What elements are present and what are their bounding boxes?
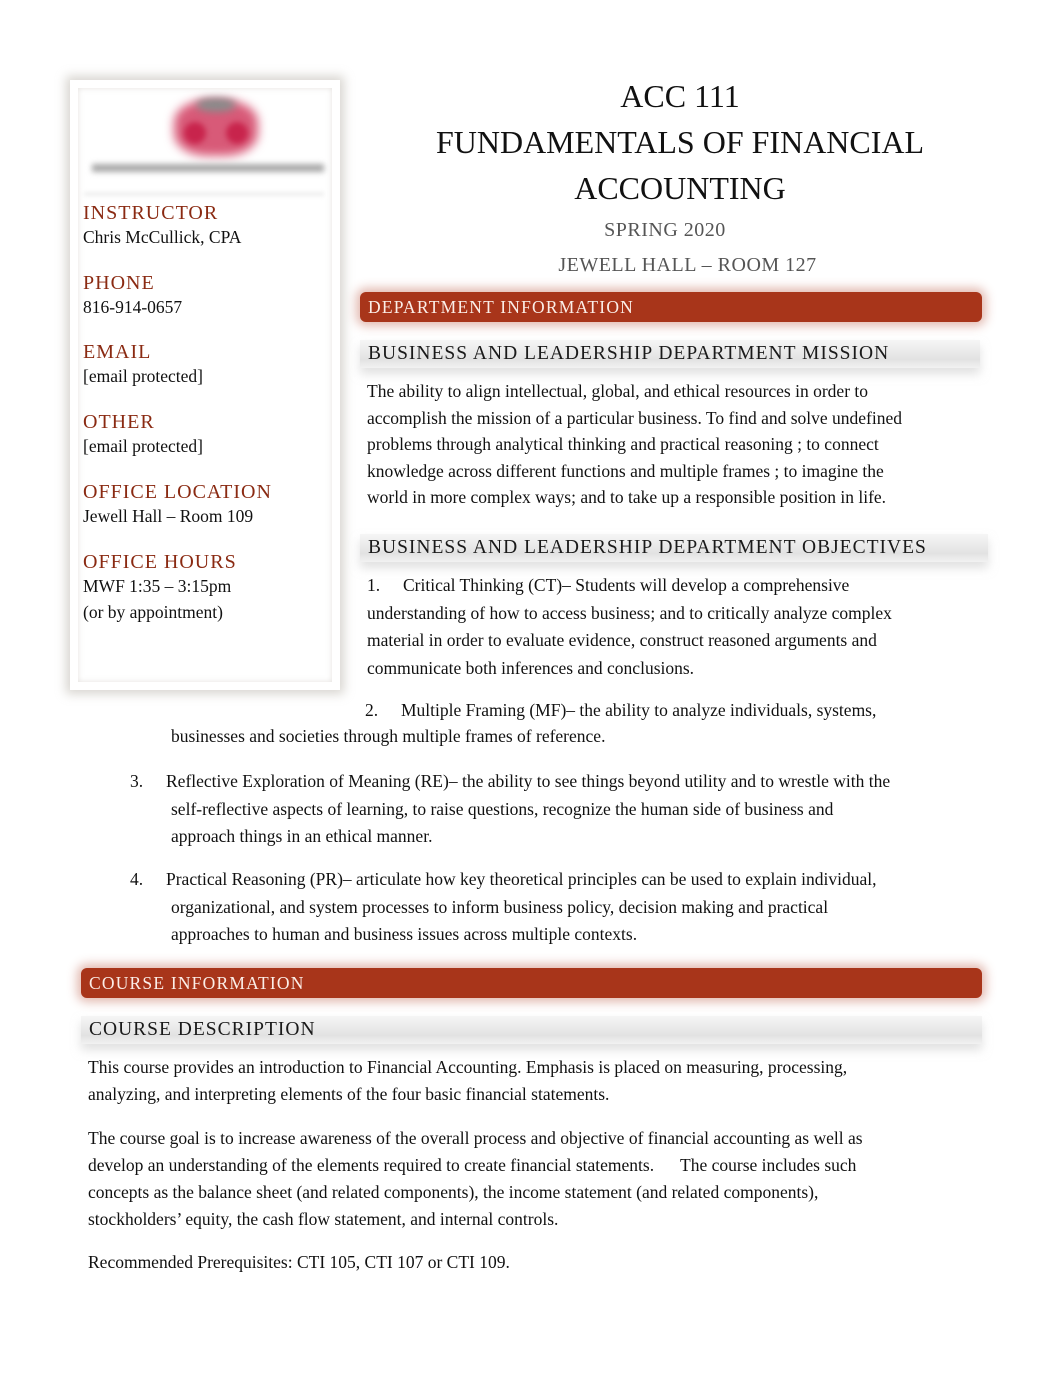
course-goal-paragraph: The course goal is to increase awareness… — [88, 1125, 988, 1233]
office-hours-field: OFFICE HOURS MWF 1:35 – 3:15pm (or by ap… — [83, 550, 237, 626]
university-logo — [84, 92, 324, 182]
mission-line: knowledge across different functions and… — [367, 460, 884, 481]
course-description-heading: COURSE DESCRIPTION — [81, 1016, 982, 1044]
objective-text: businesses and societies through multipl… — [171, 726, 606, 746]
logo-dot-right — [226, 122, 248, 144]
objective-text: understanding of how to access business;… — [367, 602, 892, 623]
paragraph-line: develop an understanding of the elements… — [88, 1155, 857, 1175]
objective-text: Multiple Framing (MF)– the ability to an… — [401, 700, 877, 720]
logo-wordmark — [92, 164, 324, 172]
course-information-band: COURSE INFORMATION — [81, 968, 982, 998]
course-code: ACC 111 — [620, 78, 740, 114]
paragraph-line: This course provides an introduction to … — [88, 1057, 848, 1077]
course-description-paragraph: This course provides an introduction to … — [88, 1054, 988, 1107]
objective-text: organizational, and system processes to … — [171, 896, 829, 917]
field-value: MWF 1:35 – 3:15pm — [83, 576, 232, 596]
objective-item: 2. Multiple Framing (MF)– the ability to … — [365, 697, 985, 725]
field-value: 816-914-0657 — [83, 297, 183, 317]
field-label: OFFICE LOCATION — [83, 481, 272, 503]
paragraph-line: The course goal is to increase awareness… — [88, 1128, 863, 1148]
objective-text: Reflective Exploration of Meaning (RE)– … — [166, 771, 891, 791]
objective-item: 3. Reflective Exploration of Meaning (RE)… — [130, 768, 990, 851]
objectives-heading: BUSINESS AND LEADERSHIP DEPARTMENT OBJEC… — [360, 534, 988, 562]
paragraph-line: stockholders’ equity, the cash flow stat… — [88, 1209, 559, 1229]
course-title-line1: FUNDAMENTALS OF FINANCIAL — [435, 124, 925, 160]
objective-number: 1. — [367, 575, 381, 595]
field-value: Jewell Hall – Room 109 — [83, 506, 254, 526]
other-email-link[interactable]: [email protected] — [83, 434, 203, 458]
objective-item: 1. Critical Thinking (CT)– Students will … — [367, 572, 987, 682]
department-information-band: DEPARTMENT INFORMATION — [360, 292, 982, 322]
logo-emblem-top — [196, 98, 236, 112]
course-title-line2: ACCOUNTING — [574, 170, 786, 206]
instructor-field: INSTRUCTOR Chris McCullick, CPA — [83, 201, 241, 249]
field-label: INSTRUCTOR — [83, 202, 219, 224]
logo-dot-left — [184, 122, 206, 144]
objective-text: self-reflective aspects of learning, to … — [171, 798, 834, 819]
mission-line: problems through analytical thinking and… — [367, 434, 879, 454]
instructor-sidebar: INSTRUCTOR Chris McCullick, CPA PHONE 81… — [70, 80, 340, 690]
objective-number: 4. — [130, 869, 144, 889]
mission-heading: BUSINESS AND LEADERSHIP DEPARTMENT MISSI… — [360, 340, 980, 368]
field-label: OTHER — [83, 411, 155, 433]
mission-line: The ability to align intellectual, globa… — [367, 381, 869, 401]
phone-field: PHONE 816-914-0657 — [83, 271, 182, 319]
email-field: EMAIL [email protected] — [83, 340, 203, 388]
objective-text: Critical Thinking (CT)– Students will de… — [403, 575, 850, 595]
paragraph-line: concepts as the balance sheet (and relat… — [88, 1182, 819, 1202]
objective-text: communicate both inferences and conclusi… — [367, 657, 695, 678]
mission-line: world in more complex ways; and to take … — [367, 487, 887, 507]
objective-item: 4. Practical Reasoning (PR)– articulate h… — [130, 866, 990, 949]
objective-number: 3. — [130, 771, 144, 791]
objective-text: approach things in an ethical manner. — [171, 826, 433, 846]
field-note: (or by appointment) — [83, 602, 223, 622]
email-link[interactable]: [email protected] — [83, 364, 203, 388]
prerequisites: Recommended Prerequisites: CTI 105, CTI … — [88, 1252, 510, 1272]
mission-paragraph: The ability to align intellectual, globa… — [367, 378, 987, 511]
objective-text: Practical Reasoning (PR)– articulate how… — [166, 869, 877, 889]
field-label: EMAIL — [83, 341, 152, 363]
mission-line: accomplish the mission of a particular b… — [367, 407, 903, 428]
logo-divider — [84, 192, 324, 196]
course-location: JEWELL HALL – ROOM 127 — [558, 254, 817, 276]
course-header: ACC 111 FUNDAMENTALS OF FINANCIAL ACCOUN… — [360, 76, 1000, 279]
other-field: OTHER [email protected] — [83, 410, 203, 458]
objective-text: material in order to evaluate evidence, … — [367, 630, 877, 650]
field-value: Chris McCullick, CPA — [83, 227, 242, 247]
objective-number: 2. — [365, 700, 379, 720]
field-label: OFFICE HOURS — [83, 551, 237, 573]
course-term: SPRING 2020 — [604, 219, 726, 241]
objective-text: approaches to human and business issues … — [171, 924, 638, 944]
paragraph-line: analyzing, and interpreting elements of … — [88, 1083, 610, 1104]
field-label: PHONE — [83, 272, 155, 294]
office-location-field: OFFICE LOCATION Jewell Hall – Room 109 — [83, 480, 272, 528]
